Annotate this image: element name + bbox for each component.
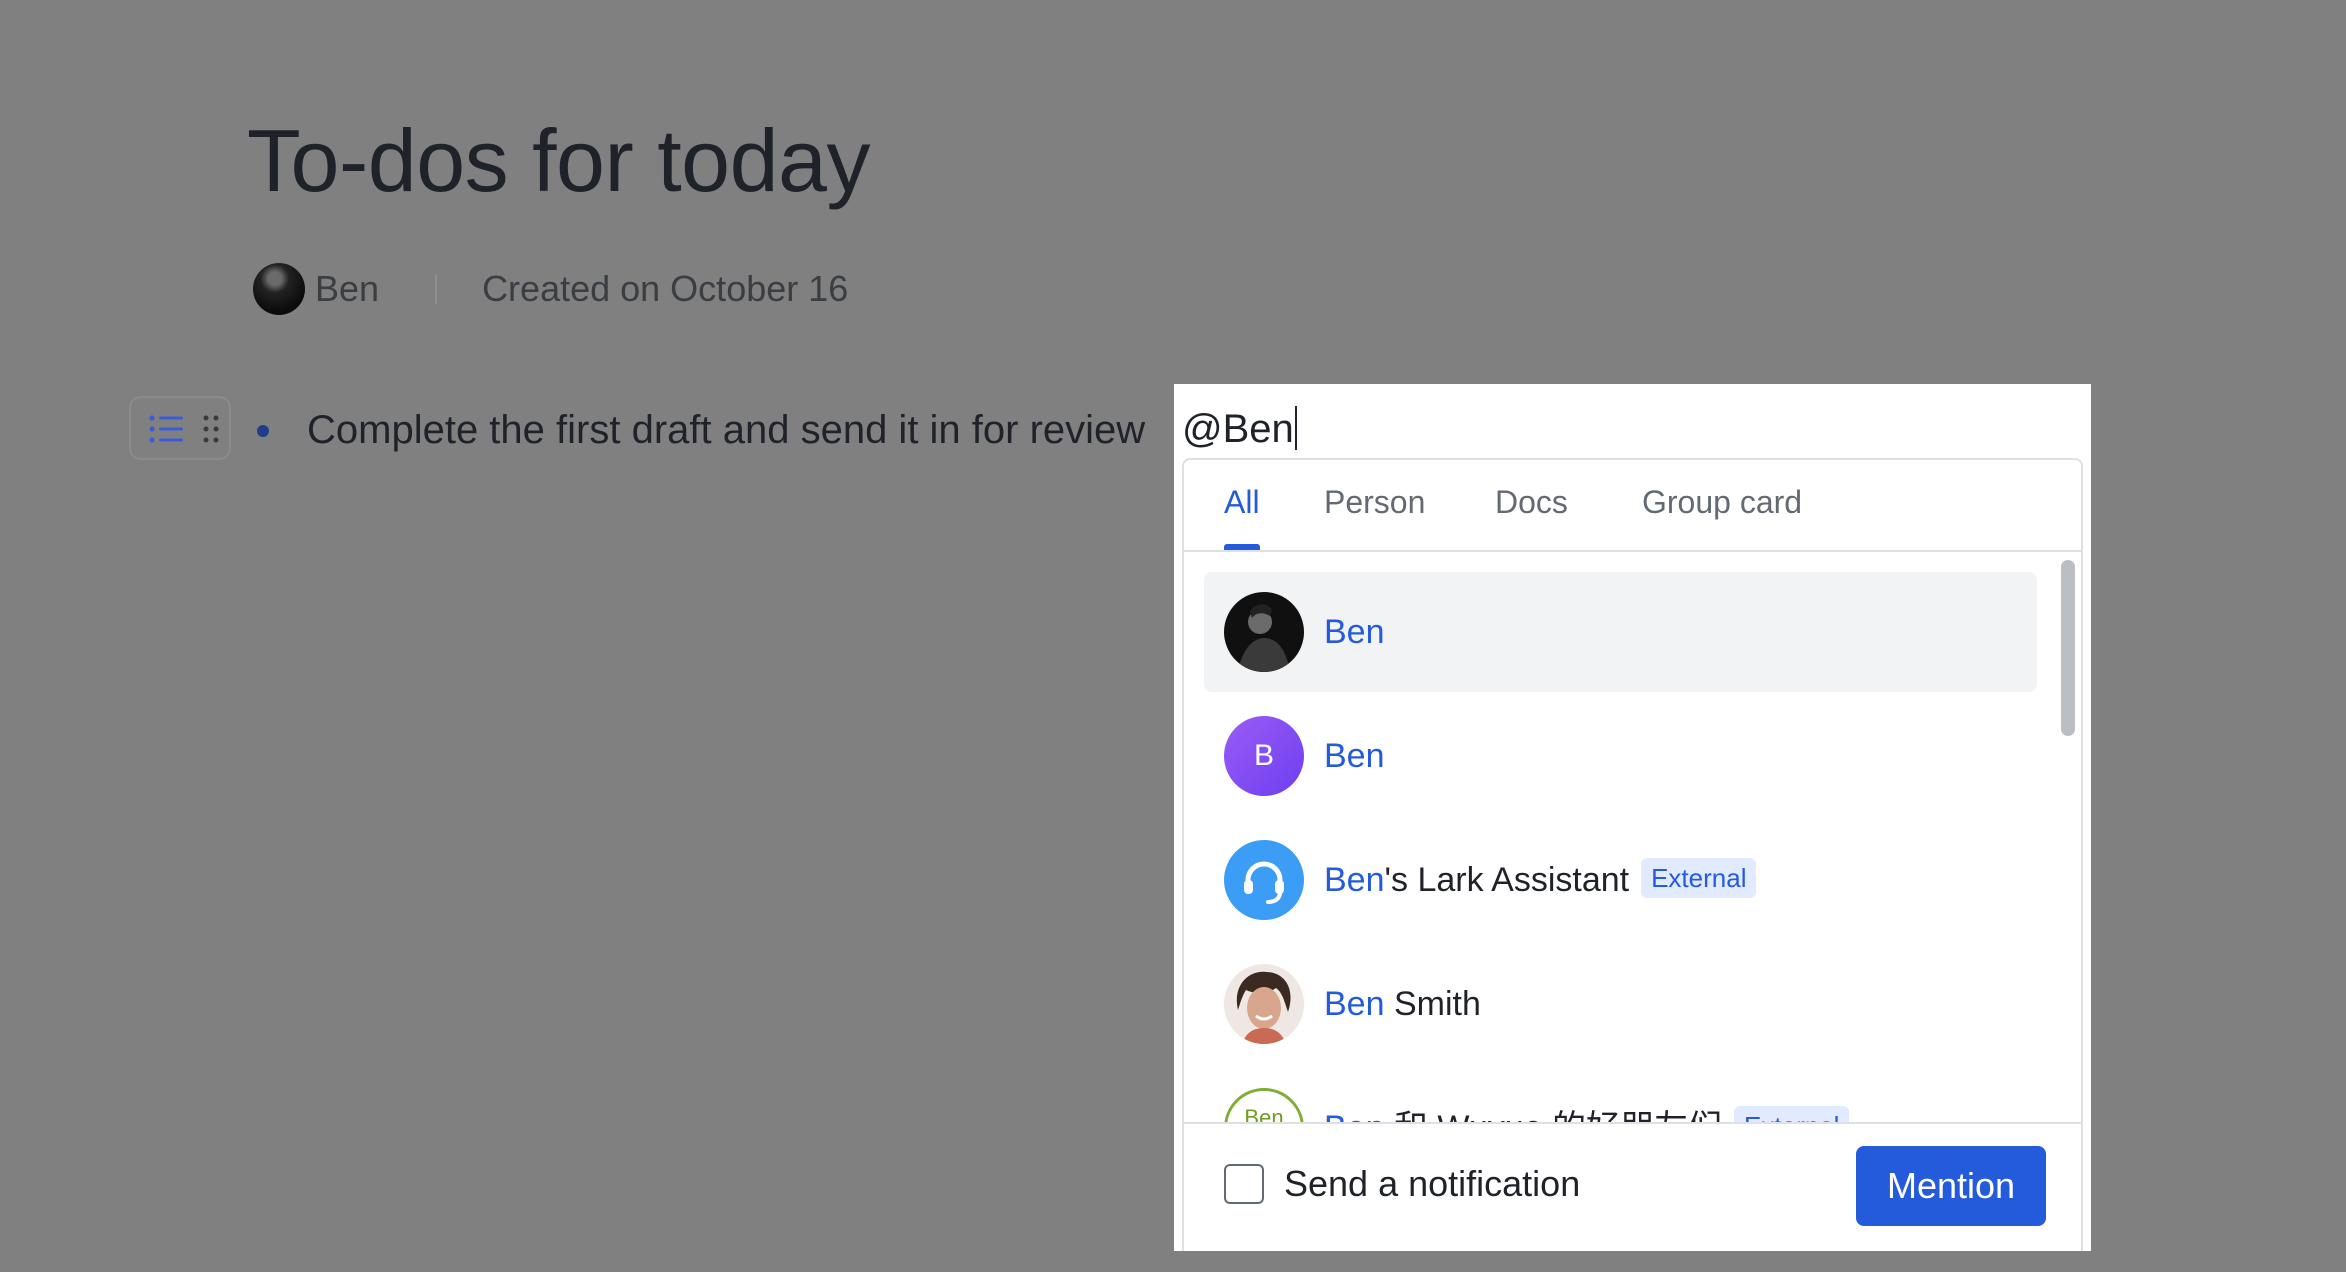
created-date: Created on October 16 [482, 268, 849, 309]
result-label: Ben's Lark Assistant External [1324, 858, 1757, 902]
meta-divider [435, 274, 438, 304]
headset-icon [1244, 861, 1284, 904]
avatar-letter: B [1253, 739, 1274, 772]
avatar: B [1224, 716, 1304, 796]
document-title[interactable]: To-dos for today [247, 108, 871, 213]
document-meta: Ben Created on October 16 [253, 262, 848, 316]
text-caret [1294, 406, 1297, 450]
author-name[interactable]: Ben [315, 268, 379, 310]
tab-person[interactable]: Person [1324, 482, 1425, 522]
result-label: Ben 和 Wuyue 的好朋友们External [1324, 1106, 1850, 1122]
external-badge: External [1641, 858, 1757, 898]
bullet-dot [257, 425, 269, 437]
avatar: Ben [1224, 1088, 1304, 1122]
notification-checkbox[interactable] [1224, 1164, 1264, 1204]
tab-group-card[interactable]: Group card [1642, 482, 1802, 522]
avatar [1224, 840, 1304, 920]
result-item[interactable]: B Ben [1204, 696, 2037, 816]
mention-panel: All Person Docs Group card Ben B Ben Ben… [1182, 458, 2083, 1251]
tab-all[interactable]: All [1224, 482, 1260, 522]
mention-button[interactable]: Mention [1856, 1146, 2046, 1226]
result-label: Ben [1324, 737, 1385, 775]
mention-results[interactable]: Ben B Ben Ben's Lark Assistant External … [1184, 552, 2081, 1122]
result-item[interactable]: Ben Smith [1204, 944, 2037, 1064]
tab-docs[interactable]: Docs [1495, 482, 1568, 522]
bullet-text[interactable]: Complete the first draft and send it in … [307, 405, 1145, 455]
author-avatar[interactable] [253, 263, 305, 315]
result-label: Ben [1324, 613, 1385, 651]
avatar [1224, 964, 1304, 1044]
avatar-text: Ben [1244, 1105, 1284, 1122]
avatar [1224, 592, 1304, 672]
result-item[interactable]: Ben's Lark Assistant External [1204, 820, 2037, 940]
scrollbar-thumb[interactable] [2061, 560, 2075, 736]
block-handle[interactable] [129, 396, 231, 460]
mention-popup: @Ben All Person Docs Group card Ben B Be… [1174, 384, 2091, 1251]
notification-label[interactable]: Send a notification [1284, 1162, 1580, 1206]
mention-footer: Send a notification Mention [1184, 1122, 2081, 1251]
bulleted-list-icon [149, 415, 183, 443]
drag-handle-icon [203, 415, 219, 443]
mention-tabs: All Person Docs Group card [1184, 460, 2081, 552]
mention-input[interactable]: @Ben [1182, 404, 1297, 454]
active-tab-indicator [1224, 544, 1260, 550]
mention-query: @Ben [1182, 407, 1294, 451]
person-photo-icon [1224, 964, 1304, 1044]
result-label: Ben Smith [1324, 985, 1481, 1023]
result-item[interactable]: Ben Ben 和 Wuyue 的好朋友们External [1204, 1068, 2037, 1122]
person-photo-icon [1224, 592, 1304, 672]
external-badge: External [1734, 1106, 1850, 1122]
result-item[interactable]: Ben [1204, 572, 2037, 692]
